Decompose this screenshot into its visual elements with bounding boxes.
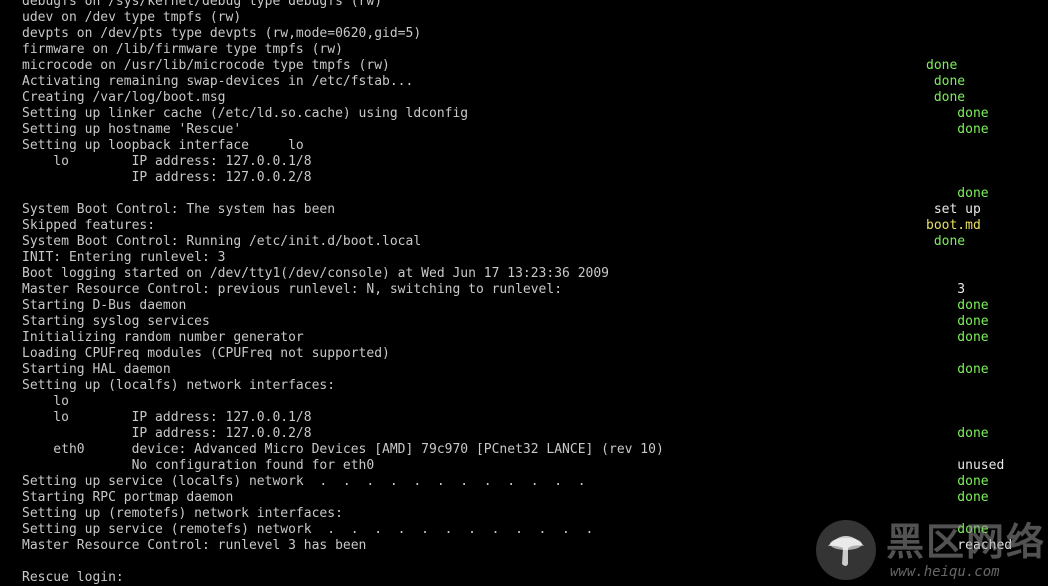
console-line-text: microcode on /usr/lib/microcode type tmp…	[22, 58, 390, 73]
console-line: Starting D-Bus daemon done	[22, 298, 1042, 314]
console-line-status: done	[926, 426, 989, 441]
console-line-status: set up	[926, 202, 981, 217]
console-line-text: Setting up loopback interface lo	[22, 138, 304, 153]
console-line-text: System Boot Control: The system has been	[22, 202, 336, 217]
console-line-status: done	[926, 58, 958, 73]
console-line-text: Loading CPUFreq modules (CPUFreq not sup…	[22, 346, 390, 361]
console-line: Setting up (localfs) network interfaces:	[22, 378, 1042, 394]
console-screen[interactable]: debugfs on /sys/kernel/debug type debugf…	[0, 0, 1048, 586]
console-line-text: INIT: Entering runlevel: 3	[22, 250, 226, 265]
console-line-text: Starting RPC portmap daemon	[22, 490, 234, 505]
console-line-status: done	[926, 314, 989, 329]
console-line: Starting syslog services done	[22, 314, 1042, 330]
console-line: INIT: Entering runlevel: 3	[22, 250, 1042, 266]
console-line-text: Rescue login:	[22, 570, 124, 585]
console-line-status: done	[926, 122, 989, 137]
console-line-text: Creating /var/log/boot.msg	[22, 90, 226, 105]
console-line-status: done	[926, 490, 989, 505]
console-line-text: Master Resource Control: runlevel 3 has …	[22, 538, 367, 553]
watermark: 黑区网络 www.heiqu.com	[814, 518, 1046, 584]
console-line: Setting up service (localfs) network . .…	[22, 474, 1042, 490]
watermark-title: 黑区网络	[886, 520, 1047, 564]
console-line-status: unused	[926, 458, 1005, 473]
console-line-status: done	[926, 234, 966, 249]
console-line: No configuration found for eth0 unused	[22, 458, 1042, 474]
console-line-text: firmware on /lib/firmware type tmpfs (rw…	[22, 42, 343, 57]
console-line-status: done	[926, 74, 966, 89]
console-line-text: Master Resource Control: previous runlev…	[22, 282, 563, 297]
console-line-text: IP address: 127.0.0.2/8	[22, 426, 312, 441]
watermark-url: www.heiqu.com	[890, 564, 1000, 580]
console-line-text: System Boot Control: Running /etc/init.d…	[22, 234, 422, 249]
console-line: Creating /var/log/boot.msg done	[22, 90, 1042, 106]
console-line-text: devpts on /dev/pts type devpts (rw,mode=…	[22, 26, 422, 41]
console-line-text: Setting up linker cache (/etc/ld.so.cach…	[22, 106, 469, 121]
console-line: done	[22, 186, 1042, 202]
console-line-text: Setting up (localfs) network interfaces:	[22, 378, 336, 393]
console-line: Starting RPC portmap daemon done	[22, 490, 1042, 506]
console-line-text: IP address: 127.0.0.2/8	[22, 170, 312, 185]
console-line: IP address: 127.0.0.2/8	[22, 170, 1042, 186]
console-line: IP address: 127.0.0.2/8 done	[22, 426, 1042, 442]
console-line-text: Boot logging started on /dev/tty1(/dev/c…	[22, 266, 609, 281]
console-line-text: Setting up service (localfs) network . .…	[22, 474, 586, 489]
console-line: Setting up loopback interface lo	[22, 138, 1042, 154]
console-line: udev on /dev type tmpfs (rw)	[22, 10, 1042, 26]
console-line: lo IP address: 127.0.0.1/8	[22, 410, 1042, 426]
console-line: Starting HAL daemon done	[22, 362, 1042, 378]
console-line-text: Starting D-Bus daemon	[22, 298, 187, 313]
console-line-status: 3	[926, 282, 966, 297]
console-line: System Boot Control: Running /etc/init.d…	[22, 234, 1042, 250]
console-line-text: lo IP address: 127.0.0.1/8	[22, 410, 312, 425]
console-line: Setting up linker cache (/etc/ld.so.cach…	[22, 106, 1042, 122]
console-line: devpts on /dev/pts type devpts (rw,mode=…	[22, 26, 1042, 42]
console-line: System Boot Control: The system has been…	[22, 202, 1042, 218]
console-line-text: Starting HAL daemon	[22, 362, 171, 377]
console-line: Skipped features: boot.md	[22, 218, 1042, 234]
console-line-text: Skipped features:	[22, 218, 156, 233]
console-line: eth0 device: Advanced Micro Devices [AMD…	[22, 442, 1042, 458]
console-line: debugfs on /sys/kernel/debug type debugf…	[22, 0, 1042, 10]
console-line-status: done	[926, 330, 989, 345]
console-line: Boot logging started on /dev/tty1(/dev/c…	[22, 266, 1042, 282]
console-line: firmware on /lib/firmware type tmpfs (rw…	[22, 42, 1042, 58]
console-line-status: done	[926, 186, 989, 201]
console-line: Initializing random number generator don…	[22, 330, 1042, 346]
console-line-status: done	[926, 298, 989, 313]
console-line-text: Starting syslog services	[22, 314, 210, 329]
console-line-text: Setting up hostname 'Rescue'	[22, 122, 242, 137]
console-line: Master Resource Control: previous runlev…	[22, 282, 1042, 298]
console-line: Loading CPUFreq modules (CPUFreq not sup…	[22, 346, 1042, 362]
console-line: lo	[22, 394, 1042, 410]
console-line: Setting up hostname 'Rescue' done	[22, 122, 1042, 138]
console-line-status: done	[926, 362, 989, 377]
mushroom-logo-icon	[816, 520, 876, 580]
console-line-text: Activating remaining swap-devices in /et…	[22, 74, 414, 89]
console-line-text: lo	[22, 394, 69, 409]
console-line: Activating remaining swap-devices in /et…	[22, 74, 1042, 90]
console-line-status: done	[926, 106, 989, 121]
console-line-text: debugfs on /sys/kernel/debug type debugf…	[22, 0, 383, 9]
console-line-text: eth0 device: Advanced Micro Devices [AMD…	[22, 442, 664, 457]
console-line-status: boot.md	[926, 218, 981, 233]
console-line-text: Setting up (remotefs) network interfaces…	[22, 506, 343, 521]
console-line-status: done	[926, 474, 989, 489]
console-line-text: lo IP address: 127.0.0.1/8	[22, 154, 312, 169]
console-line-status: done	[926, 90, 966, 105]
console-line: microcode on /usr/lib/microcode type tmp…	[22, 58, 1042, 74]
console-line-text: Setting up service (remotefs) network . …	[22, 522, 594, 537]
console-line-text: Initializing random number generator	[22, 330, 304, 345]
console-line: lo IP address: 127.0.0.1/8	[22, 154, 1042, 170]
console-line-text: No configuration found for eth0	[22, 458, 375, 473]
console-line-text: udev on /dev type tmpfs (rw)	[22, 10, 242, 25]
